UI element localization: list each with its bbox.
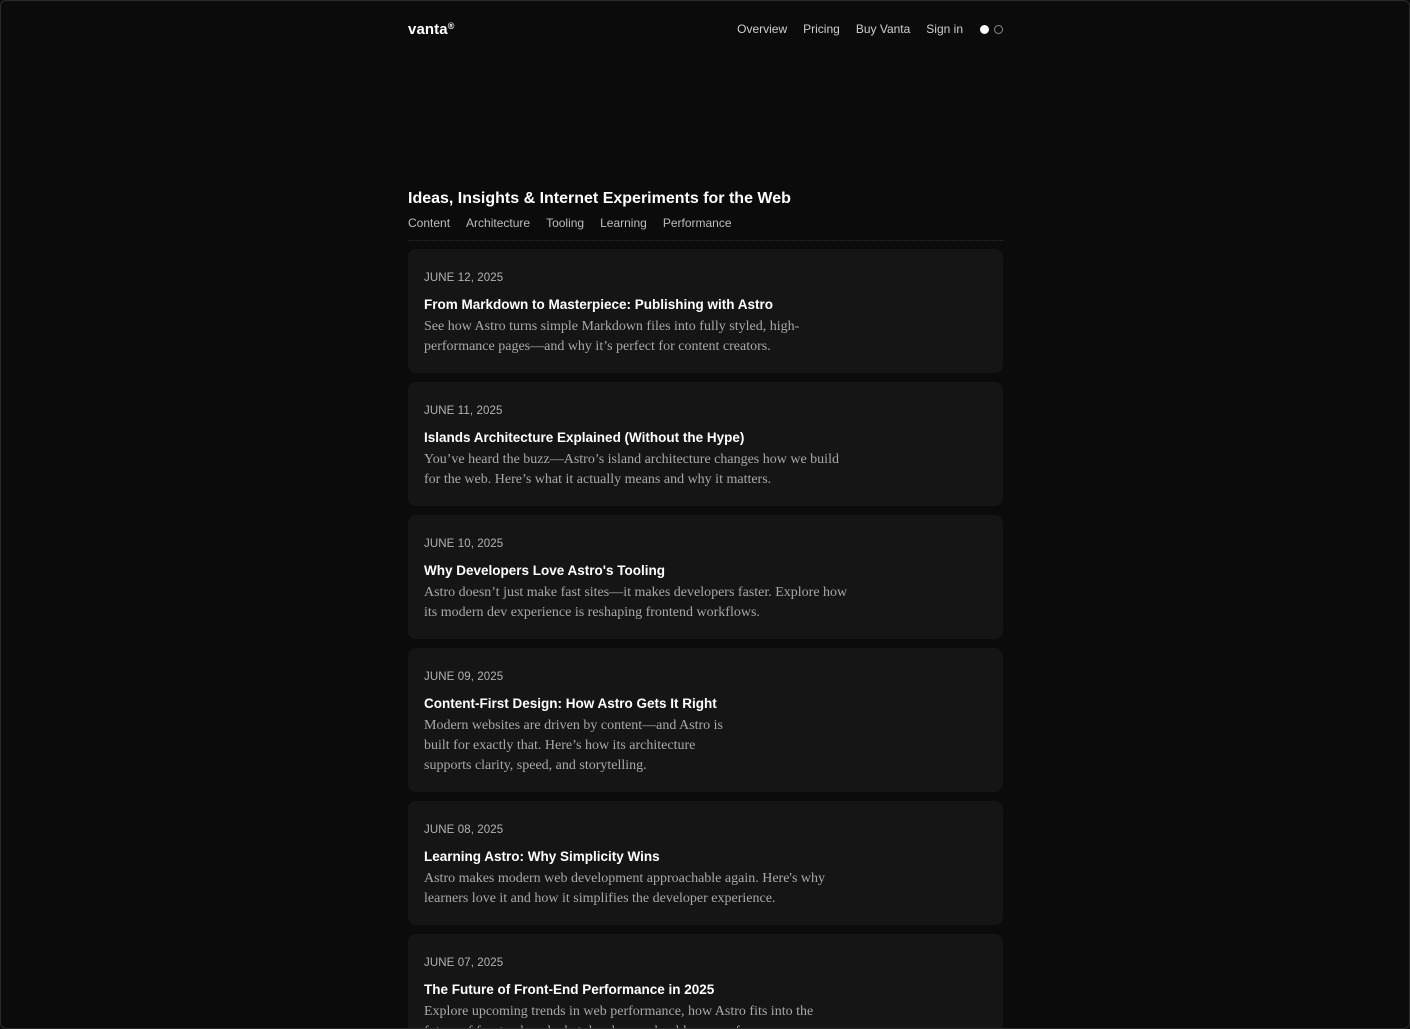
post-title[interactable]: Learning Astro: Why Simplicity Wins <box>424 849 987 865</box>
nav-buy-vanta-link[interactable]: Buy Vanta <box>856 22 910 36</box>
post-date: JUNE 08, 2025 <box>424 824 504 836</box>
post-date: JUNE 09, 2025 <box>424 671 504 683</box>
nav-pricing-link[interactable]: Pricing <box>803 22 840 36</box>
post-card[interactable]: JUNE 08, 2025 Learning Astro: Why Simpli… <box>408 801 1003 925</box>
logo-text: vanta <box>408 20 448 38</box>
category-tooling-link[interactable]: Tooling <box>546 216 584 230</box>
category-learning-link[interactable]: Learning <box>600 216 647 230</box>
post-title[interactable]: Islands Architecture Explained (Without … <box>424 430 987 446</box>
post-excerpt: Explore upcoming trends in web performan… <box>424 1004 814 1028</box>
post-title[interactable]: Content-First Design: How Astro Gets It … <box>424 696 987 712</box>
post-date: JUNE 11, 2025 <box>424 405 503 417</box>
category-content-link[interactable]: Content <box>408 216 450 230</box>
post-date: JUNE 10, 2025 <box>424 538 504 550</box>
main-nav: Overview Pricing Buy Vanta Sign in <box>737 22 1003 36</box>
registered-mark: ® <box>447 20 455 31</box>
post-excerpt: Modern websites are driven by content—an… <box>424 718 723 773</box>
page-title: Ideas, Insights & Internet Experiments f… <box>408 190 791 207</box>
post-card[interactable]: JUNE 11, 2025 Islands Architecture Expla… <box>408 382 1003 506</box>
theme-toggle <box>980 24 1003 34</box>
post-title[interactable]: From Markdown to Masterpiece: Publishing… <box>424 297 987 313</box>
post-card[interactable]: JUNE 10, 2025 Why Developers Love Astro'… <box>408 515 1003 639</box>
post-title[interactable]: The Future of Front-End Performance in 2… <box>424 982 987 998</box>
nav-overview-link[interactable]: Overview <box>737 22 787 36</box>
section-divider <box>408 240 1003 241</box>
category-performance-link[interactable]: Performance <box>663 216 732 230</box>
nav-sign-in-link[interactable]: Sign in <box>926 22 963 36</box>
post-card[interactable]: JUNE 07, 2025 The Future of Front-End Pe… <box>408 934 1003 1028</box>
site-header: vanta® Overview Pricing Buy Vanta Sign i… <box>408 18 1003 40</box>
category-architecture-link[interactable]: Architecture <box>466 216 530 230</box>
post-excerpt: Astro makes modern web development appro… <box>424 871 825 906</box>
post-title[interactable]: Why Developers Love Astro's Tooling <box>424 563 987 579</box>
category-filter: Content Architecture Tooling Learning Pe… <box>408 216 732 230</box>
post-card[interactable]: JUNE 12, 2025 From Markdown to Masterpie… <box>408 249 1003 373</box>
dark-mode-dot-icon[interactable] <box>994 24 1003 34</box>
site-logo[interactable]: vanta® <box>408 21 454 38</box>
light-mode-dot-icon[interactable] <box>980 24 989 34</box>
browser-viewport: vanta® Overview Pricing Buy Vanta Sign i… <box>0 0 1410 1029</box>
post-excerpt: See how Astro turns simple Markdown file… <box>424 319 800 354</box>
post-date: JUNE 07, 2025 <box>424 957 504 969</box>
post-excerpt: You’ve heard the buzz—Astro’s island arc… <box>424 452 839 487</box>
post-excerpt: Astro doesn’t just make fast sites—it ma… <box>424 585 848 620</box>
post-date: JUNE 12, 2025 <box>424 272 504 284</box>
post-card[interactable]: JUNE 09, 2025 Content-First Design: How … <box>408 648 1003 792</box>
